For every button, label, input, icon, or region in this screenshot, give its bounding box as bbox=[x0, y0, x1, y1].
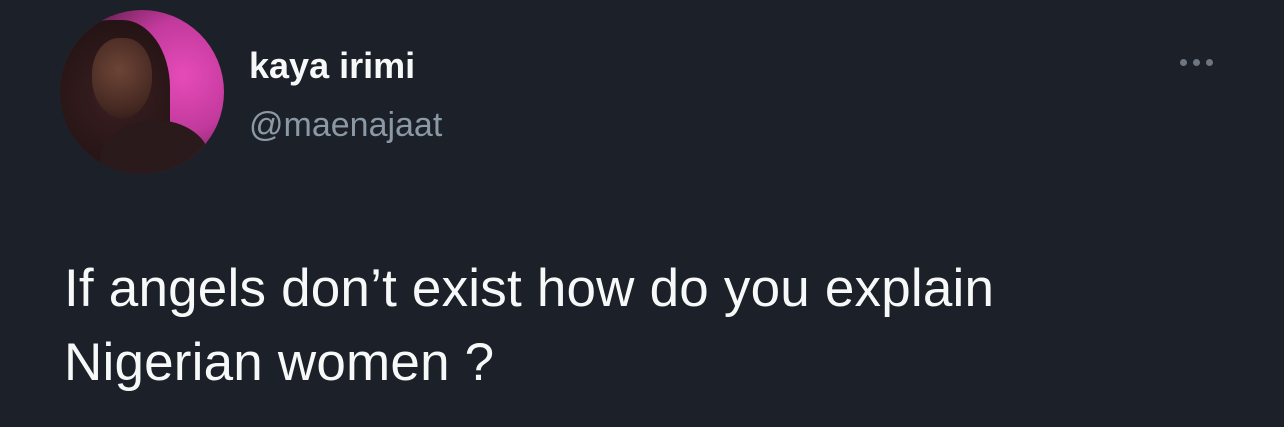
author-handle[interactable]: @maenajaat bbox=[249, 104, 442, 146]
more-icon-dot bbox=[1192, 58, 1200, 66]
author-display-name[interactable]: kaya irimi bbox=[249, 44, 415, 88]
avatar-face bbox=[92, 38, 152, 118]
tweet-text: If angels don’t exist how do you explain… bbox=[64, 252, 1244, 400]
more-options-button[interactable] bbox=[1164, 44, 1228, 80]
tweet-text-line: If angels don’t exist how do you explain bbox=[64, 259, 995, 318]
avatar[interactable] bbox=[60, 10, 224, 174]
tweet-card: kaya irimi @maenajaat If angels don’t ex… bbox=[0, 0, 1284, 427]
more-icon-dot bbox=[1205, 58, 1213, 66]
more-icon-dot bbox=[1179, 58, 1187, 66]
tweet-text-line: Nigerian women ? bbox=[64, 333, 495, 392]
